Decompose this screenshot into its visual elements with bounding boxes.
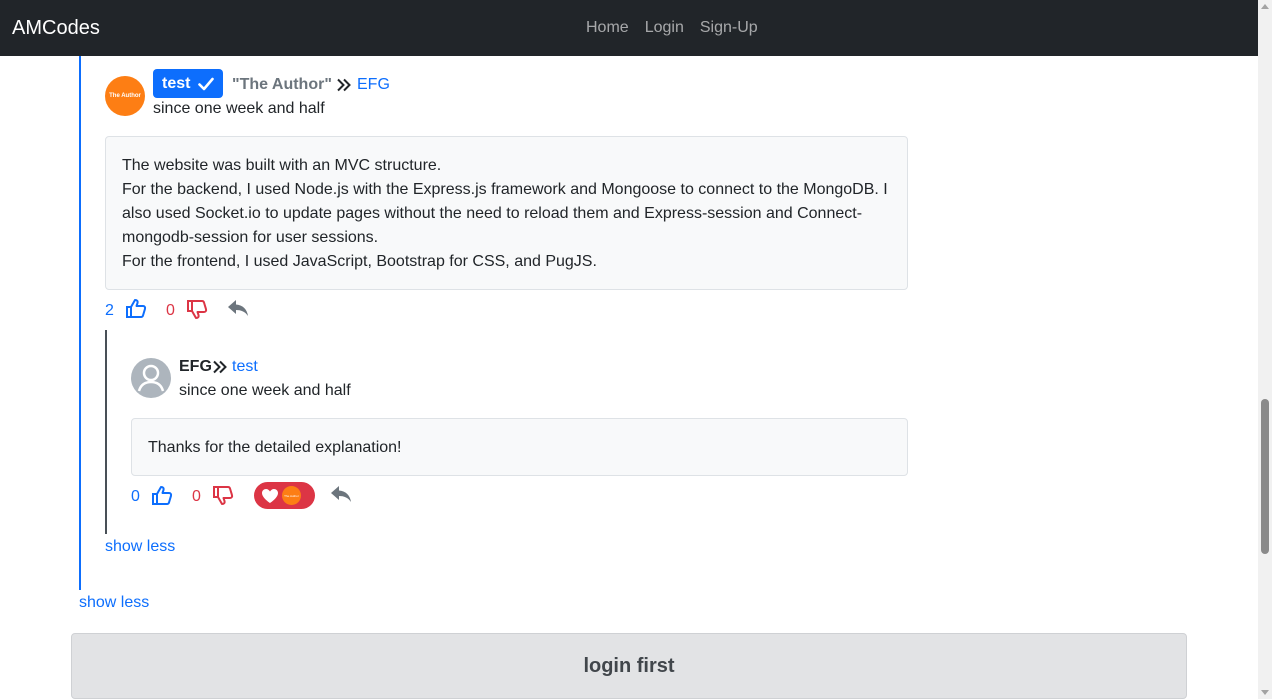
reply-icon[interactable] [330,485,352,504]
reply-to-link[interactable]: EFG [357,76,390,94]
nav-login-link[interactable]: Login [645,18,684,38]
reply-body: Thanks for the detailed explanation! [131,418,908,476]
nav-home-link[interactable]: Home [586,18,629,38]
page-scrollbar[interactable] [1258,0,1272,699]
heart-icon [262,489,278,503]
reaction-author-avatar-text: The Author [284,493,299,498]
reply-timestamp: since one week and half [179,382,351,399]
thumbs-down-icon[interactable] [186,299,208,320]
thumbs-down-icon[interactable] [212,485,234,506]
reply-dislike-count: 0 [192,488,201,505]
author-avatar: The Author [105,76,145,116]
reply-text: Thanks for the detailed explanation! [148,439,402,456]
navbar: AMCodes Home Login Sign-Up [0,0,1258,56]
reaction-author-avatar: The Author [282,486,301,505]
author-heart-reaction-badge[interactable]: The Author [254,482,315,509]
author-avatar-text: The Author [109,93,141,99]
nav-signup-link[interactable]: Sign-Up [700,18,758,38]
user-silhouette-icon [132,359,170,397]
reply-username[interactable]: EFG [179,358,212,376]
thumbs-up-icon[interactable] [125,298,147,319]
user-badge[interactable]: test [153,69,224,98]
default-user-avatar [131,358,171,398]
dislike-count: 0 [166,302,175,319]
show-less-link-inner[interactable]: show less [105,538,175,556]
comment-timestamp: since one week and half [153,100,325,117]
like-count: 2 [105,302,114,319]
scroll-down-arrow-icon[interactable] [1261,690,1269,695]
thread-line-inner [105,330,107,534]
reply-icon[interactable] [227,299,249,318]
double-chevron-right-icon [213,360,227,374]
login-first-text: login first [583,654,675,677]
comment-line: For the backend, I used Node.js with the… [122,181,888,246]
thumbs-up-icon[interactable] [151,485,173,506]
thread-line-outer [79,56,81,590]
scrollbar-thumb[interactable] [1261,399,1269,554]
comment-username: test [162,74,191,92]
show-less-link-outer[interactable]: show less [79,594,149,612]
check-icon [198,77,215,90]
reply-like-count: 0 [131,488,140,505]
double-chevron-right-icon [337,78,351,92]
login-first-alert: login first [71,633,1187,699]
scroll-up-arrow-icon[interactable] [1261,4,1269,9]
author-tag: "The Author" [232,76,332,93]
reply-to-link[interactable]: test [232,358,258,376]
comment-line: For the frontend, I used JavaScript, Boo… [122,253,597,270]
nav-links: Home Login Sign-Up [586,18,758,38]
comment-body: The website was built with an MVC struct… [105,136,908,290]
brand-logo[interactable]: AMCodes [12,16,100,40]
comment-line: The website was built with an MVC struct… [122,157,442,174]
